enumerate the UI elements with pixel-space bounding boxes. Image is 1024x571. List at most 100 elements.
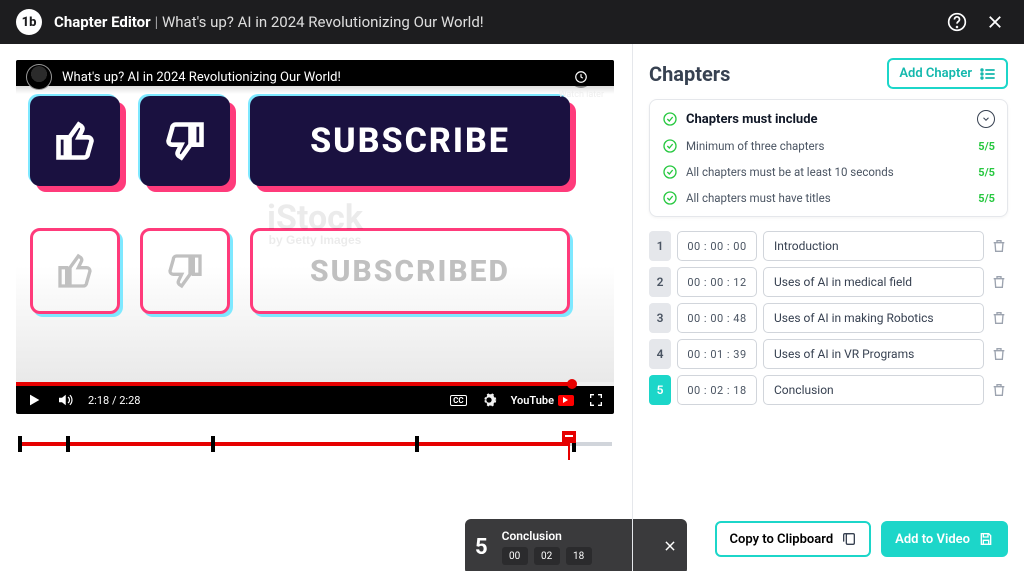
thumbs-up-icon — [53, 119, 97, 163]
delete-chapter-button[interactable] — [990, 274, 1008, 290]
delete-chapter-button[interactable] — [990, 382, 1008, 398]
chapter-time-input[interactable]: 00 : 01 : 39 — [677, 339, 757, 369]
timeline-chapter-marker[interactable] — [66, 436, 70, 452]
delete-chapter-button[interactable] — [990, 238, 1008, 254]
rule-row: All chapters must have titles 5/5 — [662, 190, 995, 206]
app-logo: 1b — [16, 9, 42, 35]
play-icon — [26, 392, 42, 408]
chapter-title-input[interactable] — [763, 231, 984, 261]
thumbs-down-outline-card — [140, 228, 230, 314]
chapter-number[interactable]: 4 — [649, 339, 671, 369]
rules-toggle[interactable] — [977, 110, 995, 128]
chapter-time-input[interactable]: 00 : 00 : 00 — [677, 231, 757, 261]
timeline-filled — [18, 442, 569, 446]
app-header: 1b Chapter Editor | What's up? AI in 202… — [0, 0, 1024, 44]
trash-icon — [991, 274, 1007, 290]
chapters-heading: Chapters — [649, 62, 730, 86]
chapter-number[interactable]: 2 — [649, 267, 671, 297]
chapters-panel: Chapters Add Chapter Chapters must inclu… — [632, 44, 1024, 571]
chapter-row: 400 : 01 : 39 — [649, 339, 1008, 369]
timeline-chapter-marker[interactable] — [18, 436, 22, 452]
editor-left-pane: SUBSCRIBE SUBSCRIBED iStock b — [0, 44, 632, 571]
tooltip-hours-input[interactable] — [502, 547, 528, 565]
video-player[interactable]: SUBSCRIBE SUBSCRIBED iStock b — [16, 60, 614, 414]
timeline-playhead[interactable] — [562, 431, 576, 443]
chapter-timeline[interactable] — [16, 442, 614, 446]
chapter-title-input[interactable] — [763, 339, 984, 369]
help-icon — [947, 12, 967, 32]
check-icon — [662, 190, 678, 206]
clipboard-icon — [841, 531, 857, 547]
rule-status: 5/5 — [978, 166, 995, 179]
rules-heading: Chapters must include — [686, 112, 818, 127]
help-button[interactable] — [944, 9, 970, 35]
trash-icon — [991, 238, 1007, 254]
video-title: What's up? AI in 2024 Revolutionizing Ou… — [162, 13, 484, 31]
chapter-number[interactable]: 5 — [649, 375, 671, 405]
player-video-title: What's up? AI in 2024 Revolutionizing Ou… — [62, 70, 341, 85]
chapter-number[interactable]: 1 — [649, 231, 671, 261]
chapter-title-input[interactable] — [763, 267, 984, 297]
chapter-time-input[interactable]: 00 : 02 : 18 — [677, 375, 757, 405]
player-time: 2:18 / 2:28 — [88, 394, 140, 407]
tooltip-chapter-number: 5 — [475, 535, 488, 560]
channel-avatar[interactable] — [26, 64, 52, 90]
check-icon — [662, 111, 678, 127]
fullscreen-button[interactable] — [588, 392, 604, 408]
watch-later-button[interactable]: Watch later — [559, 66, 604, 100]
thumbs-up-card — [30, 96, 120, 186]
chapter-time-input[interactable]: 00 : 00 : 48 — [677, 303, 757, 333]
close-button[interactable] — [982, 9, 1008, 35]
chapter-row: 500 : 02 : 18 — [649, 375, 1008, 405]
play-button[interactable] — [26, 392, 42, 408]
save-icon — [978, 531, 994, 547]
youtube-icon — [558, 395, 574, 406]
youtube-button[interactable]: YouTube — [511, 394, 574, 407]
chapter-rules-card: Chapters must include Minimum of three c… — [649, 99, 1008, 217]
chapter-list: 100 : 00 : 00200 : 00 : 12300 : 00 : 484… — [649, 231, 1008, 405]
thumbs-down-icon — [165, 251, 205, 291]
app-title: Chapter Editor — [54, 13, 151, 31]
title-separator: | — [155, 13, 158, 31]
chapter-number[interactable]: 3 — [649, 303, 671, 333]
player-top-overlay: What's up? AI in 2024 Revolutionizing Ou… — [16, 60, 614, 94]
chevron-down-icon — [981, 114, 991, 124]
cc-button[interactable]: CC — [450, 395, 466, 406]
rule-status: 5/5 — [978, 192, 995, 205]
add-chapter-button[interactable]: Add Chapter — [887, 58, 1008, 89]
volume-icon — [56, 391, 74, 409]
thumbs-down-card — [140, 96, 230, 186]
rule-text: All chapters must have titles — [686, 191, 831, 205]
chapter-title-input[interactable] — [763, 375, 984, 405]
subscribed-label: SUBSCRIBED — [310, 254, 510, 289]
volume-button[interactable] — [56, 391, 74, 409]
fullscreen-icon — [588, 392, 604, 408]
tooltip-seconds-input[interactable] — [566, 547, 592, 565]
chapter-time-input[interactable]: 00 : 00 : 12 — [677, 267, 757, 297]
copy-clipboard-button[interactable]: Copy to Clipboard — [715, 521, 871, 557]
timeline-chapter-marker[interactable] — [415, 436, 419, 452]
settings-button[interactable] — [481, 392, 497, 408]
rule-status: 5/5 — [978, 140, 995, 153]
rule-row: Minimum of three chapters 5/5 — [662, 138, 995, 154]
delete-chapter-button[interactable] — [990, 310, 1008, 326]
tooltip-minutes-input[interactable] — [534, 547, 560, 565]
video-frame: SUBSCRIBE SUBSCRIBED iStock b — [16, 86, 614, 386]
clock-icon — [574, 70, 588, 84]
chapter-title-input[interactable] — [763, 303, 984, 333]
trash-icon — [991, 310, 1007, 326]
gear-icon — [481, 392, 497, 408]
subscribe-card: SUBSCRIBE — [250, 96, 570, 186]
rule-text: All chapters must be at least 10 seconds — [686, 165, 894, 179]
rule-text: Minimum of three chapters — [686, 139, 824, 153]
add-to-video-button[interactable]: Add to Video — [881, 521, 1008, 557]
trash-icon — [991, 382, 1007, 398]
check-icon — [662, 164, 678, 180]
delete-chapter-button[interactable] — [990, 346, 1008, 362]
thumbs-up-outline-card — [30, 228, 120, 314]
player-controls: 2:18 / 2:28 CC YouTube — [16, 386, 614, 414]
thumbs-up-icon — [55, 251, 95, 291]
timeline-chapter-marker[interactable] — [211, 436, 215, 452]
list-icon — [980, 67, 996, 81]
check-icon — [662, 138, 678, 154]
